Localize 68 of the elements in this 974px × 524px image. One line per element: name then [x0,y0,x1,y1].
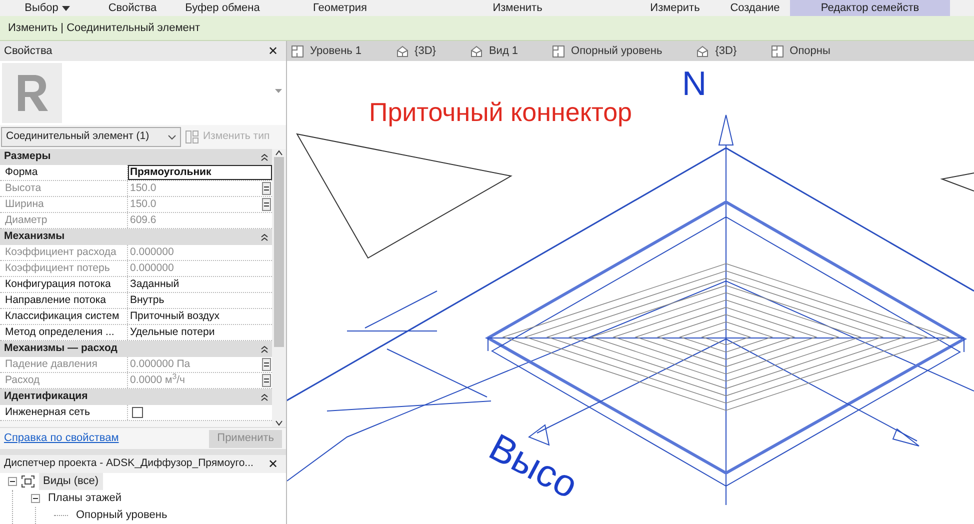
collapse-toggle[interactable] [31,494,40,503]
panel-title: Свойства [4,44,52,59]
property-name: Инженерная сеть [5,404,90,420]
view-tab[interactable]: Вид 1 [470,42,518,60]
property-name: Коэффициент потерь [5,260,110,276]
property-group-header[interactable]: Размеры [4,149,51,165]
property-name: Падение давления [5,356,98,372]
view-tab[interactable]: Опорный уровень [552,42,662,60]
ribbon-tab[interactable]: Выбор [0,0,95,16]
cube-house-icon [696,44,710,58]
view-tab[interactable]: {3D} [696,42,737,60]
ribbon-tab[interactable]: Редактор семейств [790,0,950,16]
tree-item[interactable]: Виды (все) [39,473,103,490]
grid-icon [185,130,199,144]
floor-plan-icon [770,44,784,58]
property-value[interactable]: Заданный [128,277,182,292]
view-tab[interactable]: {3D} [396,42,436,60]
property-name: Метод определения ... [5,324,114,340]
chevron-down-icon [168,134,176,140]
tree-item[interactable]: Планы этажей [44,490,126,507]
collapse-icon [261,394,268,400]
cube-house-icon [396,44,409,58]
collapse-icon [261,154,268,160]
floor-plan-icon [291,44,304,58]
view-tab[interactable]: Опорны [770,42,830,60]
property-name: Ширина [5,196,44,212]
cube-house-icon [470,44,483,58]
close-button[interactable]: ✕ [264,42,282,60]
collapse-toggle[interactable] [8,477,17,486]
property-value[interactable]: Внутрь [128,293,166,308]
property-name: Направление потока [5,292,106,308]
scrollbar[interactable] [272,149,286,427]
dimension-label: Высо [483,428,584,506]
property-value[interactable]: Приточный воздух [128,309,222,324]
property-name: Коэффициент расхода [5,244,116,260]
property-name: Расход [5,372,40,388]
annotation-label: Приточный коннектор [369,96,632,129]
collapse-icon [261,346,268,352]
help-link[interactable]: Справка по свойствам [4,430,119,447]
ribbon-tab[interactable]: Создание [720,0,790,16]
north-label: N [682,67,707,101]
scroll-up-icon[interactable] [275,149,283,157]
ribbon-tab[interactable]: Изменить [405,0,630,16]
dropdown-arrow-icon [275,89,282,93]
ribbon-tab[interactable]: Измерить [630,0,720,16]
collapse-icon [261,234,268,240]
property-name: Высота [5,180,42,196]
ribbon-tab[interactable]: Буфер обмена [170,0,275,16]
type-selector[interactable]: Соединительный элемент (1) [1,127,181,147]
close-button[interactable]: ✕ [264,455,282,473]
property-value[interactable]: Удельные потери [128,325,217,340]
dropdown-arrow-icon [62,6,70,10]
property-name: Форма [5,164,38,180]
panel-title: Диспетчер проекта - ADSK_Диффузор_Прямоуго... [4,456,254,472]
views-icon [21,475,35,488]
property-name: Классификация систем [5,308,120,324]
view-tab[interactable]: Уровень 1 [291,42,362,60]
ribbon-tab[interactable]: Геометрия [275,0,405,16]
ribbon-tab[interactable]: Свойства [95,0,170,16]
checkbox[interactable] [132,407,143,418]
property-value[interactable]: Прямоугольник [128,165,214,180]
context-title: Изменить | Соединительный элемент [8,20,200,36]
scroll-down-icon[interactable] [275,419,283,427]
family-logo-icon [2,63,62,123]
property-name: Диаметр [5,212,48,228]
tree-item[interactable]: Опорный уровень [72,507,172,524]
floor-plan-icon [552,44,566,58]
property-name: Конфигурация потока [5,276,111,292]
